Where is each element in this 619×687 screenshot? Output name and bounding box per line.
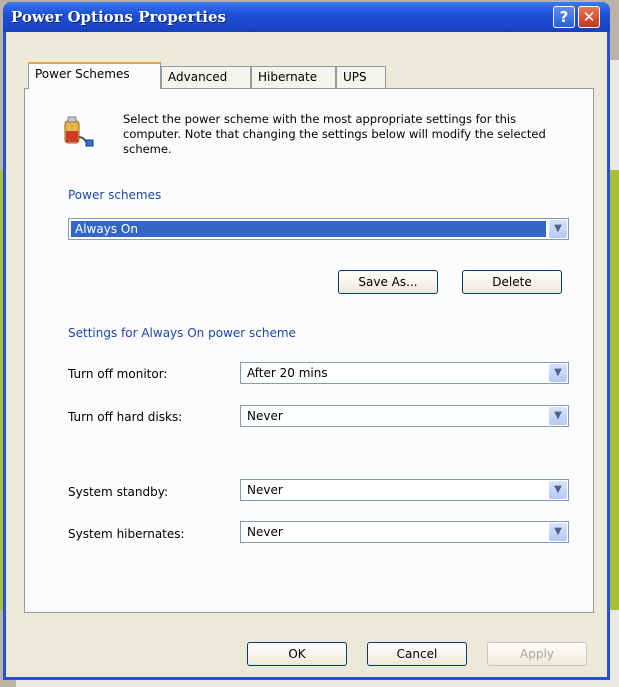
- tab-advanced[interactable]: Advanced: [161, 66, 251, 88]
- close-icon[interactable]: ✕: [578, 6, 600, 28]
- cancel-button[interactable]: Cancel: [367, 642, 467, 666]
- chevron-down-icon[interactable]: ▼: [549, 364, 567, 382]
- standby-timeout-value: Never: [247, 483, 283, 497]
- settings-heading: Settings for Always On power scheme: [68, 326, 296, 340]
- selection-highlight: [71, 221, 546, 237]
- hibernate-timeout-select[interactable]: Never ▼: [240, 521, 569, 543]
- hibernate-label: System hibernates:: [68, 527, 185, 541]
- power-schemes-label: Power schemes: [68, 188, 162, 202]
- power-options-dialog: Power Options Properties ? ✕ Power Schem…: [3, 2, 610, 680]
- ok-button[interactable]: OK: [247, 642, 347, 666]
- power-scheme-value: Always On: [75, 222, 138, 236]
- tab-ups[interactable]: UPS: [336, 66, 386, 88]
- hard-disks-timeout-select[interactable]: Never ▼: [240, 405, 569, 427]
- tab-power-schemes[interactable]: Power Schemes: [28, 62, 161, 89]
- hard-disks-timeout-value: Never: [247, 409, 283, 423]
- help-icon[interactable]: ?: [553, 6, 575, 28]
- intro-description: Select the power scheme with the most ap…: [123, 112, 546, 156]
- title-bar[interactable]: Power Options Properties ? ✕: [3, 2, 610, 32]
- hard-disks-label: Turn off hard disks:: [68, 410, 183, 424]
- chevron-down-icon[interactable]: ▼: [549, 523, 567, 541]
- chevron-down-icon[interactable]: ▼: [549, 481, 567, 499]
- chevron-down-icon[interactable]: ▼: [549, 220, 567, 238]
- standby-label: System standby:: [68, 485, 168, 499]
- monitor-timeout-select[interactable]: After 20 mins ▼: [240, 362, 569, 384]
- monitor-label: Turn off monitor:: [68, 367, 168, 381]
- power-schemes-panel: Select the power scheme with the most ap…: [24, 88, 594, 613]
- save-as-button[interactable]: Save As...: [338, 270, 438, 294]
- delete-button[interactable]: Delete: [462, 270, 562, 294]
- power-scheme-select[interactable]: Always On ▼: [68, 218, 569, 240]
- hibernate-timeout-value: Never: [247, 525, 283, 539]
- window-title: Power Options Properties: [11, 8, 226, 26]
- tab-hibernate[interactable]: Hibernate: [251, 66, 336, 88]
- monitor-timeout-value: After 20 mins: [247, 366, 328, 380]
- battery-plug-icon: [64, 116, 94, 147]
- chevron-down-icon[interactable]: ▼: [549, 407, 567, 425]
- standby-timeout-select[interactable]: Never ▼: [240, 479, 569, 501]
- apply-button[interactable]: Apply: [487, 642, 587, 666]
